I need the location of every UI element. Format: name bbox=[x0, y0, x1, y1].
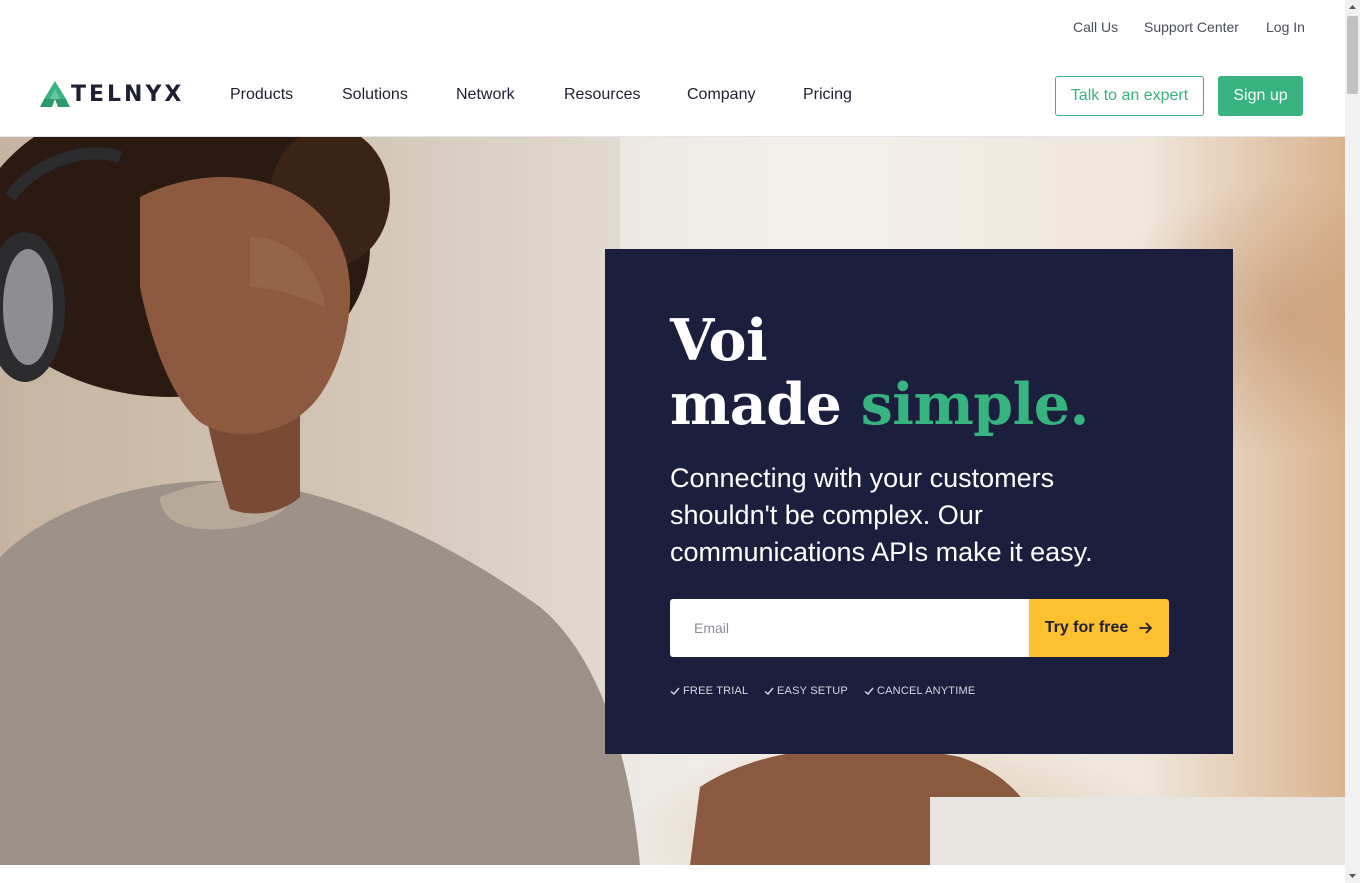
scroll-up-arrow-icon[interactable] bbox=[1345, 0, 1360, 15]
try-for-free-label: Try for free bbox=[1044, 619, 1129, 636]
brand-name: TELNYX bbox=[71, 81, 185, 107]
support-center-link[interactable]: Support Center bbox=[1144, 19, 1239, 35]
try-for-free-button[interactable]: Try for free bbox=[1029, 599, 1169, 657]
nav-company[interactable]: Company bbox=[687, 86, 755, 104]
nav-network[interactable]: Network bbox=[456, 86, 515, 104]
headline-line-1: Voi bbox=[670, 307, 768, 374]
telnyx-logo-icon bbox=[40, 81, 70, 107]
log-in-link[interactable]: Log In bbox=[1266, 19, 1305, 35]
check-icon bbox=[670, 687, 680, 695]
email-input[interactable] bbox=[670, 599, 1029, 657]
page: Call Us Support Center Log In TELNYX Pro… bbox=[0, 0, 1345, 883]
hero-section: Voi made simple. Connecting with your cu… bbox=[0, 137, 1345, 865]
headline-accent: simple. bbox=[860, 371, 1090, 438]
telnyx-logo[interactable]: TELNYX bbox=[40, 80, 184, 108]
benefit-label: CANCEL ANYTIME bbox=[877, 685, 976, 697]
call-us-link[interactable]: Call Us bbox=[1073, 19, 1118, 35]
nav-resources[interactable]: Resources bbox=[564, 86, 640, 104]
nav-products[interactable]: Products bbox=[230, 86, 293, 104]
benefit-label: EASY SETUP bbox=[777, 685, 848, 697]
sign-up-button[interactable]: Sign up bbox=[1218, 76, 1303, 116]
benefit-cancel-anytime: CANCEL ANYTIME bbox=[864, 685, 975, 697]
check-icon bbox=[764, 687, 774, 695]
vertical-scrollbar[interactable] bbox=[1345, 0, 1360, 883]
benefit-easy-setup: EASY SETUP bbox=[764, 685, 848, 697]
utility-bar: Call Us Support Center Log In bbox=[0, 0, 1345, 56]
nav-solutions[interactable]: Solutions bbox=[342, 86, 408, 104]
scrollbar-thumb[interactable] bbox=[1347, 16, 1358, 94]
benefit-label: FREE TRIAL bbox=[683, 685, 749, 697]
hero-subtext: Connecting with your customers shouldn't… bbox=[670, 463, 1093, 567]
benefit-free-trial: FREE TRIAL bbox=[670, 685, 748, 697]
arrow-right-icon bbox=[1139, 622, 1153, 634]
main-nav: TELNYX Products Solutions Network Resour… bbox=[0, 56, 1345, 137]
check-icon bbox=[864, 687, 874, 695]
scroll-down-arrow-icon[interactable] bbox=[1345, 868, 1360, 883]
headline-line-2: made simple. bbox=[670, 373, 1089, 437]
nav-pricing[interactable]: Pricing bbox=[803, 86, 852, 104]
headline-prefix: made bbox=[670, 371, 861, 438]
hero-card: Voi made simple. Connecting with your cu… bbox=[605, 249, 1233, 754]
hero-headline: Voi made simple. bbox=[670, 309, 1089, 437]
talk-to-expert-button[interactable]: Talk to an expert bbox=[1055, 76, 1204, 116]
